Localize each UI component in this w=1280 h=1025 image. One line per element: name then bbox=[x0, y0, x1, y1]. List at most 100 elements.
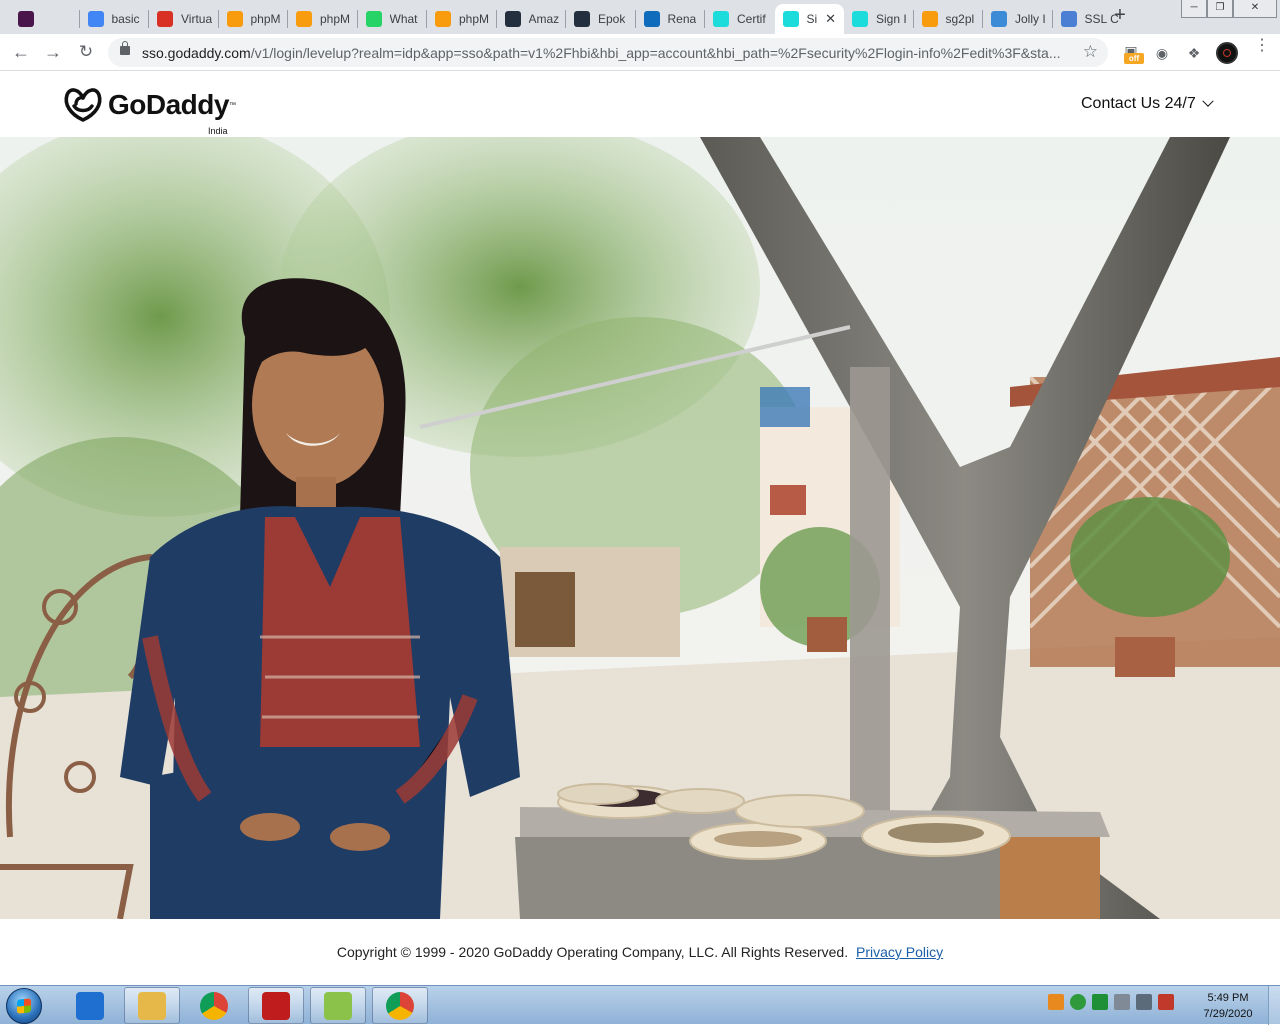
page-footer: Copyright © 1999 - 2020 GoDaddy Operatin… bbox=[0, 919, 1280, 985]
network-signal-icon[interactable] bbox=[1136, 994, 1152, 1010]
url-domain: sso.godaddy.com bbox=[142, 45, 251, 61]
show-desktop-button[interactable] bbox=[1268, 986, 1280, 1025]
url-path: /v1/login/levelup?realm=idp&app=sso&path… bbox=[250, 45, 1061, 61]
hero-photo bbox=[0, 137, 1280, 919]
restore-button[interactable]: ❐ bbox=[1207, 0, 1233, 18]
phpmyadmin-icon bbox=[921, 11, 938, 27]
tab-title: Amaz bbox=[528, 12, 560, 26]
google-icon bbox=[87, 11, 104, 27]
chevron-down-icon bbox=[1202, 95, 1214, 107]
phpmyadmin-icon bbox=[435, 11, 451, 27]
shield-icon bbox=[1060, 11, 1077, 27]
godaddy-icon bbox=[782, 11, 799, 27]
browser-tab[interactable]: Si ✕ bbox=[774, 4, 844, 34]
action-center-icon[interactable] bbox=[1158, 994, 1174, 1010]
taskbar-app[interactable] bbox=[62, 987, 118, 1024]
extension-badge: off bbox=[1124, 53, 1144, 64]
minimize-button[interactable]: ─ bbox=[1181, 0, 1207, 18]
tab-title: What bbox=[389, 12, 418, 26]
tab-title: Epok bbox=[598, 12, 626, 26]
browser-tab[interactable]: Amaz bbox=[497, 4, 567, 34]
system-tray bbox=[1048, 994, 1174, 1010]
bookmark-star-icon[interactable]: ☆ bbox=[1083, 42, 1098, 62]
tray-network-app-icon[interactable] bbox=[1070, 994, 1086, 1010]
gmail-icon bbox=[157, 11, 173, 27]
godaddy-logo-icon bbox=[64, 88, 102, 122]
volume-icon[interactable] bbox=[1114, 994, 1130, 1010]
contact-us-label: Contact Us 24/7 bbox=[1081, 95, 1196, 112]
tab-title: Sign I bbox=[876, 12, 907, 26]
camera-icon[interactable]: ◉ bbox=[1153, 44, 1171, 62]
browser-tab[interactable]: phpM bbox=[427, 4, 497, 34]
forward-icon[interactable]: → bbox=[42, 42, 64, 64]
tab-title: Jolly I bbox=[1015, 12, 1046, 26]
taskbar-clock[interactable]: 5:49 PM 7/29/2020 bbox=[1196, 990, 1260, 1022]
globe-icon bbox=[991, 11, 1007, 27]
reload-icon[interactable]: ↻ bbox=[75, 42, 97, 64]
profile-avatar[interactable] bbox=[1216, 42, 1238, 64]
tab-title: phpM bbox=[459, 12, 490, 26]
notepad-plus-plus-icon bbox=[324, 991, 352, 1020]
phpmyadmin-icon bbox=[226, 11, 243, 27]
tray-app-icon[interactable] bbox=[1048, 994, 1064, 1010]
close-window-button[interactable]: ✕ bbox=[1233, 0, 1277, 18]
start-button[interactable] bbox=[6, 988, 42, 1024]
browser-tab[interactable]: Certif bbox=[705, 4, 775, 34]
clock-date: 7/29/2020 bbox=[1203, 1008, 1253, 1020]
taskbar-app[interactable] bbox=[248, 987, 304, 1024]
godaddy-icon bbox=[713, 11, 729, 27]
browser-tab[interactable]: sg2pl bbox=[914, 4, 984, 34]
browser-tab[interactable]: Rena bbox=[636, 4, 706, 34]
privacy-policy-link[interactable]: Privacy Policy bbox=[856, 944, 943, 960]
site-header: GoDaddy ™ India Contact Us 24/7 bbox=[0, 71, 1280, 137]
internet-explorer-icon bbox=[76, 991, 104, 1020]
godaddy-icon bbox=[852, 11, 868, 27]
whatsapp-icon bbox=[365, 11, 382, 27]
slack-icon bbox=[18, 11, 34, 27]
taskbar-app[interactable] bbox=[124, 987, 180, 1024]
browser-toolbar: ← → ↻ sso.godaddy.com/v1/login/levelup?r… bbox=[0, 34, 1280, 71]
chrome-icon bbox=[200, 991, 228, 1020]
menu-icon[interactable]: ⋮ bbox=[1254, 38, 1270, 64]
taskbar-app[interactable] bbox=[310, 987, 366, 1024]
back-icon[interactable]: ← bbox=[10, 42, 32, 64]
amazon-icon bbox=[504, 11, 521, 27]
browser-tab[interactable]: Sign I bbox=[844, 4, 914, 34]
chrome-profile-icon bbox=[386, 991, 414, 1020]
tab-title: Si bbox=[806, 12, 818, 26]
browser-tab[interactable]: phpM bbox=[288, 4, 358, 34]
browser-tab-strip: basic Virtua phpM phpM What phpM Amaz Epok Rena C… bbox=[0, 0, 1280, 34]
contact-us-dropdown[interactable]: Contact Us 24/7 bbox=[1081, 95, 1214, 113]
file-explorer-icon bbox=[138, 991, 166, 1020]
taskbar-app[interactable] bbox=[186, 987, 242, 1024]
browser-tab[interactable]: phpM bbox=[219, 4, 289, 34]
tray-update-icon[interactable] bbox=[1092, 994, 1108, 1010]
tab-title: basic bbox=[111, 12, 140, 26]
browser-tab[interactable]: Jolly I bbox=[983, 4, 1053, 34]
address-bar[interactable]: sso.godaddy.com/v1/login/levelup?realm=i… bbox=[108, 38, 1108, 67]
tab-title: Rena bbox=[667, 12, 697, 26]
tab-title: sg2pl bbox=[945, 12, 975, 26]
browser-tab[interactable] bbox=[10, 4, 80, 34]
new-tab-button[interactable]: + bbox=[1110, 5, 1130, 26]
filezilla-icon bbox=[262, 991, 290, 1020]
url-text: sso.godaddy.com/v1/login/levelup?realm=i… bbox=[142, 45, 1062, 61]
browser-tab[interactable]: basic bbox=[80, 4, 150, 34]
browser-tab[interactable]: Epok bbox=[566, 4, 636, 34]
browser-tab[interactable]: What bbox=[358, 4, 428, 34]
tab-title: phpM bbox=[320, 12, 351, 26]
close-tab-icon[interactable]: ✕ bbox=[825, 11, 836, 27]
outlook-icon bbox=[643, 11, 660, 27]
clock-time: 5:49 PM bbox=[1207, 992, 1249, 1004]
lock-icon[interactable] bbox=[120, 41, 130, 55]
amazon-icon bbox=[574, 11, 590, 27]
tab-title: Certif bbox=[737, 12, 766, 26]
godaddy-logo[interactable]: GoDaddy ™ bbox=[62, 85, 236, 125]
hero-photo-illustration bbox=[0, 137, 1280, 919]
browser-tab[interactable]: Virtua bbox=[149, 4, 219, 34]
puzzle-extensions-icon[interactable]: ❖ bbox=[1185, 44, 1203, 62]
trademark-mark: ™ bbox=[228, 101, 236, 109]
windows-taskbar: 5:49 PM 7/29/2020 bbox=[0, 985, 1280, 1025]
copyright-text: Copyright © 1999 - 2020 GoDaddy Operatin… bbox=[336, 944, 849, 960]
taskbar-app[interactable] bbox=[372, 987, 428, 1024]
